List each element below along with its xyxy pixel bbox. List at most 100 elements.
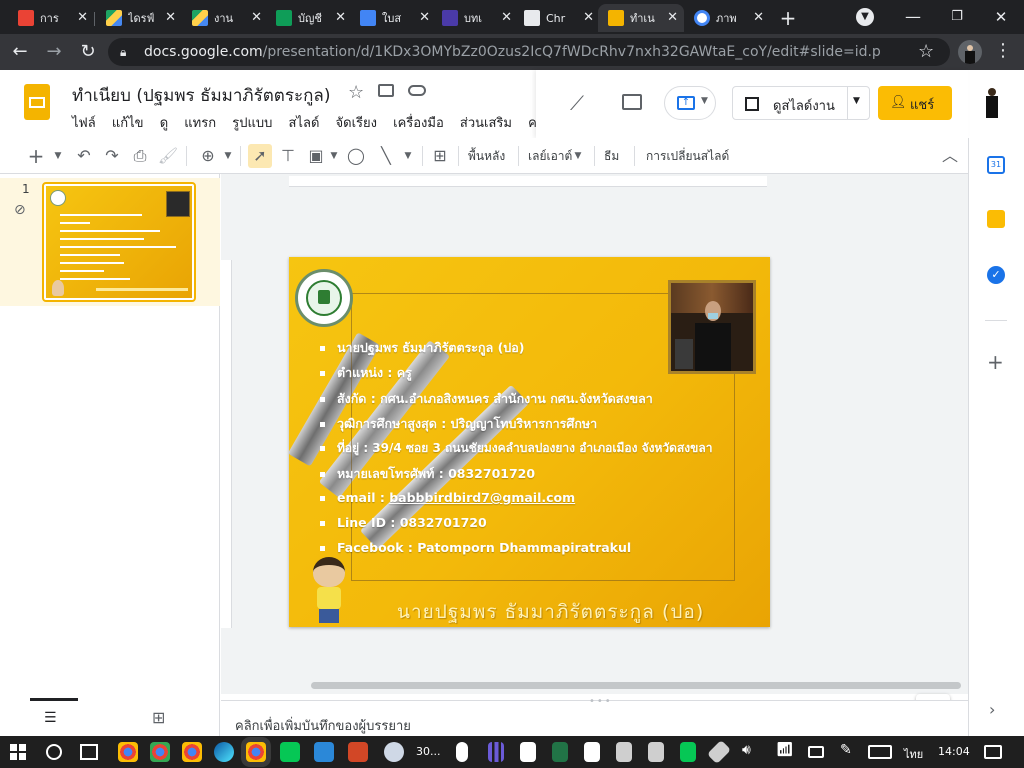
chevron-down-icon[interactable]: ▼: [46, 144, 70, 168]
menu-file[interactable]: ไฟล์: [72, 116, 96, 131]
battery-icon[interactable]: [808, 746, 824, 758]
new-tab-button[interactable]: +: [776, 6, 800, 30]
search-icon[interactable]: [46, 744, 62, 760]
background-button[interactable]: พื้นหลัง: [468, 147, 505, 166]
horizontal-scrollbar[interactable]: [311, 682, 961, 689]
menu-view[interactable]: ดู: [160, 116, 168, 131]
chevron-down-icon[interactable]: ▼: [566, 144, 590, 168]
star-icon[interactable]: ☆: [348, 82, 364, 103]
security-tray-icon[interactable]: [584, 742, 600, 762]
windows-start-icon[interactable]: [10, 744, 26, 760]
close-icon[interactable]: ✕: [501, 10, 512, 25]
weather-text[interactable]: 30...: [416, 745, 441, 758]
speaker-notes[interactable]: ••• คลิกเพื่อเพิ่มบันทึกของผู้บรรยาย: [221, 696, 968, 736]
browser-tab[interactable]: Chr ✕: [514, 4, 600, 32]
line-icon[interactable]: ╲: [374, 144, 398, 168]
activity-trend-icon[interactable]: ⟋: [570, 92, 584, 114]
keep-icon[interactable]: [987, 210, 1005, 228]
new-slide-icon[interactable]: +: [24, 144, 48, 168]
browser-tab[interactable]: ไดรฟ์ ✕: [96, 4, 182, 32]
app-taskbar-icon[interactable]: [314, 742, 334, 762]
chrome-active-taskbar-icon[interactable]: [246, 742, 266, 762]
clock-time[interactable]: 14:04: [938, 745, 970, 758]
pen-icon[interactable]: ✎: [840, 742, 852, 758]
chevron-down-icon[interactable]: ▼: [396, 144, 420, 168]
chevron-right-icon[interactable]: ›: [989, 700, 995, 719]
back-icon[interactable]: ←: [8, 40, 32, 64]
browser-tab[interactable]: ภาพ ✕: [684, 4, 770, 32]
chrome-taskbar-icon[interactable]: [150, 742, 170, 762]
line-tray-icon[interactable]: [680, 742, 696, 762]
volume-icon[interactable]: 🔊︎: [742, 742, 751, 758]
email-link[interactable]: babbbirdbird7@gmail.com: [389, 490, 575, 505]
microphone-icon[interactable]: [456, 742, 468, 762]
menu-tools[interactable]: เครื่องมือ: [393, 116, 444, 131]
share-to-meet-button[interactable]: ↑ ▼: [664, 86, 716, 120]
forward-icon[interactable]: →: [42, 40, 66, 64]
close-icon[interactable]: ✕: [753, 10, 764, 25]
bookmark-star-icon[interactable]: ☆: [918, 42, 935, 62]
restore-icon[interactable]: ❐: [944, 4, 970, 30]
chrome-taskbar-icon[interactable]: [182, 742, 202, 762]
close-icon[interactable]: ✕: [335, 10, 346, 25]
close-icon[interactable]: ✕: [77, 10, 88, 25]
keyboard-icon[interactable]: [868, 745, 892, 759]
excel-tray-icon[interactable]: [552, 742, 568, 762]
menu-insert[interactable]: แทรก: [184, 116, 216, 131]
chevron-down-icon[interactable]: ▼: [322, 144, 346, 168]
present-button[interactable]: ดูสไลด์งาน ▼: [732, 86, 870, 120]
reload-icon[interactable]: ↻: [76, 40, 100, 64]
input-language[interactable]: ไทย: [904, 745, 923, 763]
close-icon[interactable]: ✕: [583, 10, 594, 25]
undo-icon[interactable]: ↶: [72, 144, 96, 168]
tasks-icon[interactable]: ✓: [987, 266, 1005, 284]
weather-icon[interactable]: [384, 742, 404, 762]
slide[interactable]: นายปฐมพร ธัมมาภิรัตตระกูล (ปอ) ตำแหน่ง :…: [289, 257, 770, 627]
chrome-taskbar-icon[interactable]: [118, 742, 138, 762]
menu-edit[interactable]: แก้ไข: [112, 116, 144, 131]
tray-icon[interactable]: [616, 742, 632, 762]
browser-tab[interactable]: การ ✕: [8, 4, 94, 32]
close-icon[interactable]: ✕: [251, 10, 262, 25]
slide-thumbnail[interactable]: [42, 182, 196, 302]
text-box-icon[interactable]: ⊤: [276, 144, 300, 168]
transition-button[interactable]: การเปลี่ยนสไลด์: [646, 147, 729, 166]
redo-icon[interactable]: ↷: [100, 144, 124, 168]
minimize-icon[interactable]: —: [900, 4, 926, 30]
add-addon-icon[interactable]: +: [987, 352, 1004, 372]
browser-tab[interactable]: บทเ ✕: [432, 4, 518, 32]
menu-addons[interactable]: ส่วนเสริม: [460, 116, 512, 131]
present-dropdown-icon[interactable]: ▼: [853, 96, 860, 106]
calendar-icon[interactable]: 31: [987, 156, 1005, 174]
paint-format-icon[interactable]: 🖌︎: [156, 144, 180, 168]
print-icon[interactable]: ⎙: [128, 144, 152, 168]
browser-tab-active[interactable]: ทำเน ✕: [598, 4, 684, 32]
tray-diamond-icon[interactable]: [706, 739, 732, 765]
grid-view-icon[interactable]: ⊞: [152, 708, 165, 727]
line-taskbar-icon[interactable]: [280, 742, 300, 762]
browser-tab[interactable]: บัญชี ✕: [266, 4, 352, 32]
select-cursor-icon[interactable]: ➚: [248, 144, 272, 168]
theme-button[interactable]: ธีม: [604, 147, 619, 166]
menu-format[interactable]: รูปแบบ: [232, 116, 272, 131]
share-button[interactable]: 👤︎ แชร์: [878, 86, 952, 120]
document-title[interactable]: ทำเนียบ (ปฐมพร ธัมมาภิรัตตระกูล): [72, 82, 330, 109]
more-menu-icon[interactable]: ⋮: [994, 41, 1012, 61]
filmstrip-view-icon[interactable]: ☰: [44, 710, 57, 726]
shape-icon[interactable]: ◯: [344, 144, 368, 168]
move-folder-icon[interactable]: [378, 84, 394, 97]
edge-taskbar-icon[interactable]: [214, 742, 234, 762]
tab-search-icon[interactable]: ▼: [856, 8, 874, 26]
browser-tab[interactable]: ใบส ✕: [350, 4, 436, 32]
wifi-icon[interactable]: 📶︎: [776, 742, 794, 758]
menu-arrange[interactable]: จัดเรียง: [336, 116, 377, 131]
close-icon[interactable]: ✕: [165, 10, 176, 25]
menu-slide[interactable]: สไลด์: [289, 116, 320, 131]
audio-levels-icon[interactable]: [488, 742, 504, 762]
close-icon[interactable]: ✕: [419, 10, 430, 25]
tray-icon[interactable]: [648, 742, 664, 762]
notes-resize-handle[interactable]: •••: [589, 696, 613, 707]
profile-avatar[interactable]: [958, 40, 982, 64]
task-view-icon[interactable]: [80, 744, 98, 760]
chevron-down-icon[interactable]: ▼: [216, 144, 240, 168]
